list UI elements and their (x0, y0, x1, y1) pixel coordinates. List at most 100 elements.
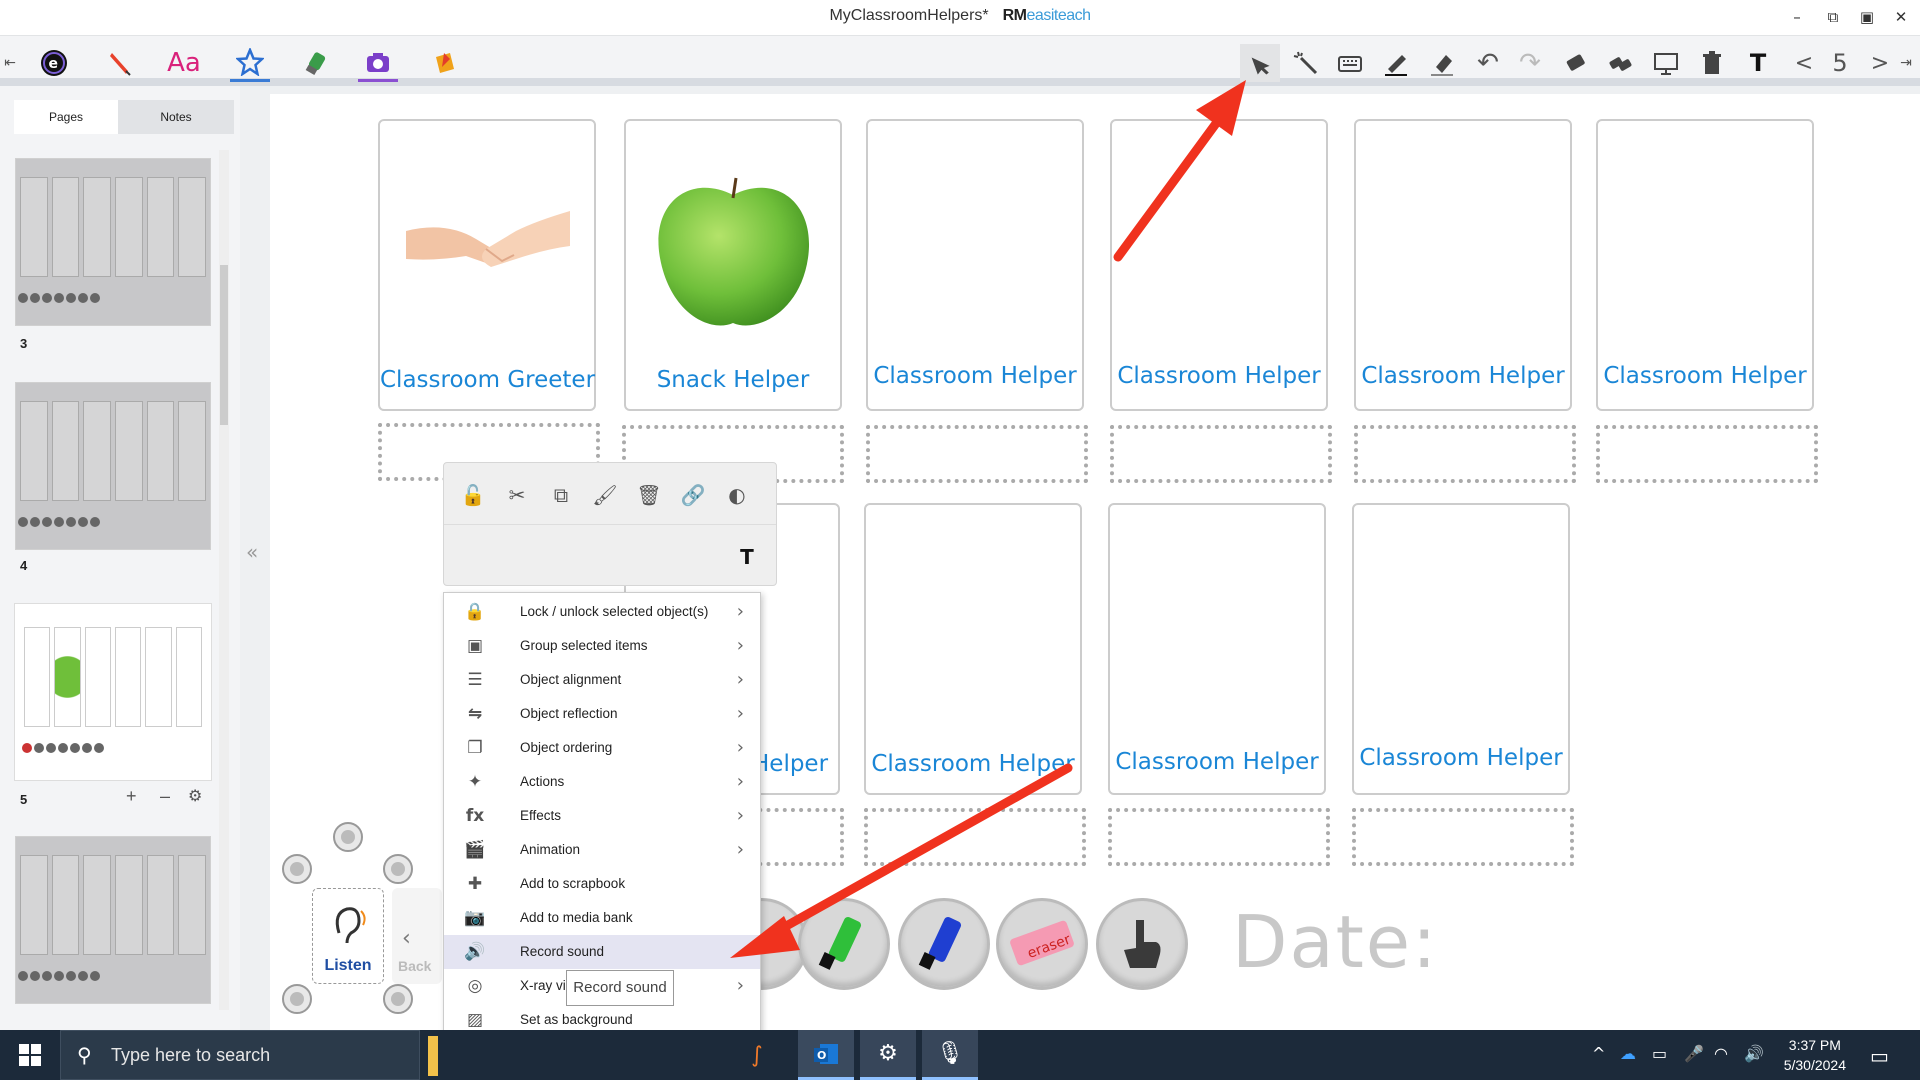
trash-icon[interactable] (1692, 44, 1732, 82)
collapse-toolbar-icon[interactable]: ⇤ (0, 44, 20, 82)
keyboard-icon[interactable] (1330, 44, 1370, 82)
blue-marker-button[interactable] (898, 898, 990, 990)
star-content-icon[interactable] (230, 44, 270, 82)
network-drive-icon[interactable]: ▭ (1652, 1044, 1667, 1063)
menu-item[interactable]: ✚ Add to scrapbook (444, 867, 760, 901)
helper-card[interactable]: Classroom Helper (1110, 119, 1328, 411)
helper-card[interactable]: Classroom Greeter (378, 119, 596, 411)
pen-icon[interactable] (1376, 44, 1416, 82)
text-icon[interactable]: T (1738, 44, 1778, 82)
helper-card[interactable]: Classroom Helper (1108, 503, 1326, 795)
helper-card[interactable]: Classroom Helper (864, 503, 1082, 795)
file-explorer-app[interactable] (428, 1036, 438, 1076)
paint-icon[interactable]: 🖌 (588, 479, 622, 511)
link-icon[interactable]: 🔗 (676, 479, 710, 511)
page-number-label: 4 (20, 558, 28, 573)
microphone-icon[interactable]: 🎤 (1684, 1044, 1704, 1063)
tab-pages[interactable]: Pages (14, 100, 118, 134)
settings-app-icon[interactable]: ⚙ (860, 1030, 916, 1080)
remove-page-button[interactable]: – (160, 786, 170, 807)
page-settings-icon[interactable]: ⚙ (188, 786, 202, 805)
resize-handle[interactable] (383, 854, 413, 884)
pen-tool-icon[interactable] (100, 44, 140, 82)
easiteach-logo-icon[interactable]: e (34, 44, 74, 82)
onedrive-icon[interactable]: ☁ (1620, 1044, 1636, 1063)
outlook-app-icon[interactable]: O (798, 1030, 854, 1080)
menu-item[interactable]: 🎬 Animation › (444, 833, 760, 867)
undo-icon[interactable]: ↶ (1468, 44, 1508, 82)
pointing-hand-button[interactable] (1096, 898, 1188, 990)
resize-handle[interactable] (383, 984, 413, 1014)
drop-zone[interactable] (1352, 808, 1574, 866)
copy-icon[interactable]: ⧉ (544, 479, 578, 511)
menu-item[interactable]: ☰ Object alignment › (444, 663, 760, 697)
rotate-handle[interactable] (333, 822, 363, 852)
expand-toolbar-icon[interactable]: ⇥ (1896, 44, 1916, 82)
page-thumbnail-3[interactable] (15, 158, 211, 326)
lock-object-icon[interactable]: 🔓 (456, 479, 490, 511)
helper-card[interactable]: Classroom Helper (1354, 119, 1572, 411)
wifi-icon[interactable]: ◠ (1714, 1044, 1728, 1063)
menu-item[interactable]: ⇋ Object reflection › (444, 697, 760, 731)
notifications-icon[interactable]: ▭ (1870, 1044, 1889, 1068)
helper-card[interactable]: Classroom Helper (1596, 119, 1814, 411)
resize-handle[interactable] (282, 984, 312, 1014)
text-edit-icon[interactable]: T (730, 541, 764, 573)
restore-button[interactable]: ⧉ (1816, 4, 1850, 30)
helper-card[interactable]: Snack Helper (624, 119, 842, 411)
page-thumbnail-5[interactable] (14, 603, 212, 781)
drop-zone[interactable] (1354, 425, 1576, 483)
helper-card[interactable]: Classroom Helper (1352, 503, 1570, 795)
fill-icon[interactable] (424, 44, 464, 82)
sound-icon[interactable]: ◐ (720, 479, 754, 511)
menu-item[interactable]: 🔊 Record sound (444, 935, 760, 969)
eraser-button[interactable]: eraser (996, 898, 1088, 990)
camera-icon[interactable] (358, 44, 398, 82)
clock[interactable]: 3:37 PM 5/30/2024 (1784, 1035, 1846, 1075)
previous-page-button[interactable]: < (1784, 44, 1824, 82)
highlighter-icon[interactable] (1422, 44, 1462, 82)
menu-item[interactable]: ✦ Actions › (444, 765, 760, 799)
drop-zone[interactable] (866, 425, 1088, 483)
drop-zone[interactable] (1110, 425, 1332, 483)
page-thumbnail-4[interactable] (15, 382, 211, 550)
menu-item[interactable]: ▣ Group selected items › (444, 629, 760, 663)
menu-item[interactable]: fx Effects › (444, 799, 760, 833)
clear-ink-icon[interactable] (1600, 44, 1640, 82)
cut-icon[interactable]: ✂ (500, 479, 534, 511)
minimize-button[interactable]: – (1780, 4, 1814, 30)
close-button[interactable]: ✕ (1884, 4, 1918, 30)
display-icon[interactable] (1646, 44, 1686, 82)
delete-icon[interactable]: 🗑 (632, 479, 666, 511)
volume-icon[interactable]: 🔊 (1744, 1044, 1764, 1063)
collapse-sidebar-icon[interactable]: « (246, 540, 258, 564)
menu-item[interactable]: 📷 Add to media bank (444, 901, 760, 935)
green-marker-button[interactable] (798, 898, 890, 990)
menu-item[interactable]: ❐ Object ordering › (444, 731, 760, 765)
tray-overflow-icon[interactable]: ^ (1592, 1044, 1605, 1063)
taskbar-search[interactable]: ⚲ Type here to search (60, 1030, 420, 1080)
resize-handle[interactable] (282, 854, 312, 884)
drop-zone[interactable] (864, 808, 1086, 866)
select-pointer-icon[interactable] (1240, 44, 1280, 82)
page-thumbnail-6[interactable] (15, 836, 211, 1004)
redo-icon[interactable]: ↷ (1510, 44, 1550, 82)
menu-item[interactable]: 🔒 Lock / unlock selected object(s) › (444, 595, 760, 629)
eraser-icon[interactable] (1556, 44, 1596, 82)
drop-zone[interactable] (1108, 808, 1330, 866)
back-button[interactable]: ‹ Back (392, 888, 442, 984)
recorder-app-icon[interactable]: 🎙 (922, 1030, 978, 1080)
drop-zone[interactable] (1596, 425, 1818, 483)
eraser-tool-icon[interactable] (296, 44, 336, 82)
paint-app-icon[interactable]: ∫ (744, 1030, 770, 1080)
next-page-button[interactable]: > (1860, 44, 1900, 82)
helper-card[interactable]: Classroom Helper (866, 119, 1084, 411)
sidebar-scroll-thumb[interactable] (220, 265, 228, 425)
tab-notes[interactable]: Notes (124, 100, 228, 134)
add-page-button[interactable]: + (126, 786, 137, 807)
magic-wand-icon[interactable] (1286, 44, 1326, 82)
maximize-button[interactable]: ▣ (1850, 4, 1884, 30)
start-button[interactable] (2, 1030, 58, 1080)
text-format-icon[interactable]: Aa (164, 44, 204, 82)
listen-button[interactable]: Listen (312, 888, 384, 984)
